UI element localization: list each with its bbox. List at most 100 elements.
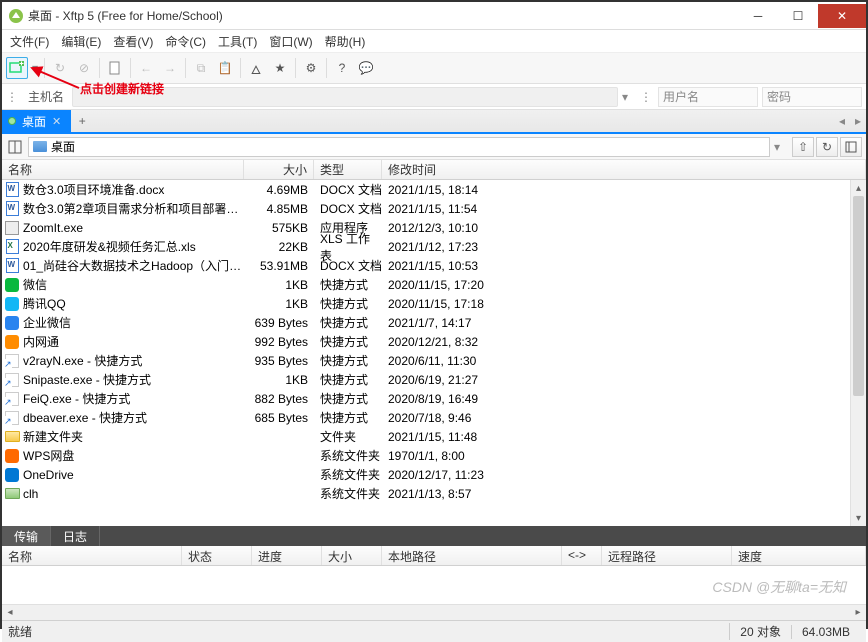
file-type: DOCX 文档 — [314, 200, 382, 217]
forward-button[interactable]: → — [159, 57, 181, 79]
file-row[interactable]: OneDrive系统文件夹2020/12/17, 11:23 — [2, 465, 866, 484]
file-row[interactable]: v2rayN.exe - 快捷方式935 Bytes快捷方式2020/6/11,… — [2, 351, 866, 370]
file-row[interactable]: FeiQ.exe - 快捷方式882 Bytes快捷方式2020/8/19, 1… — [2, 389, 866, 408]
path-up-button[interactable]: ⇧ — [792, 137, 814, 157]
menu-view[interactable]: 查看(V) — [113, 33, 153, 50]
bcol-progress[interactable]: 进度 — [252, 546, 322, 565]
col-size[interactable]: 大小 — [244, 160, 314, 179]
file-row[interactable]: 新建文件夹文件夹2021/1/15, 11:48 — [2, 427, 866, 446]
file-row[interactable]: 企业微信639 Bytes快捷方式2021/1/7, 14:17 — [2, 313, 866, 332]
horizontal-scrollbar[interactable]: ◂ ▸ — [2, 604, 866, 620]
file-date: 2021/1/12, 17:23 — [382, 240, 866, 254]
vertical-scrollbar[interactable]: ▴ ▾ — [850, 180, 866, 526]
file-type: 快捷方式 — [314, 352, 382, 369]
hostbar-handle-icon[interactable]: ⋮ — [6, 90, 20, 104]
file-row[interactable]: 腾讯QQ1KB快捷方式2020/11/15, 17:18 — [2, 294, 866, 313]
bcol-local[interactable]: 本地路径 — [382, 546, 562, 565]
transfer-list[interactable] — [2, 566, 866, 604]
scroll-left-icon[interactable]: ◂ — [2, 607, 18, 618]
tab-close-icon[interactable]: ✕ — [52, 115, 61, 128]
file-date: 2020/8/19, 16:49 — [382, 392, 866, 406]
menu-edit[interactable]: 编辑(E) — [61, 33, 101, 50]
file-name: 新建文件夹 — [23, 428, 244, 445]
transfer-header: 名称 状态 进度 大小 本地路径 <-> 远程路径 速度 — [2, 546, 866, 566]
host-dropdown-icon[interactable]: ▾ — [622, 90, 636, 104]
new-tab-button[interactable]: + — [71, 110, 93, 132]
menu-file[interactable]: 文件(F) — [10, 33, 49, 50]
menu-command[interactable]: 命令(C) — [165, 33, 206, 50]
file-name: 数仓3.0第2章项目需求分析和项目部署准备.... — [23, 200, 244, 217]
file-row[interactable]: 微信1KB快捷方式2020/11/15, 17:20 — [2, 275, 866, 294]
file-type: 快捷方式 — [314, 333, 382, 350]
new-session-button[interactable] — [6, 57, 28, 79]
back-button[interactable]: ← — [135, 57, 157, 79]
layout-toggle-button[interactable] — [6, 138, 24, 156]
file-row[interactable]: 内网通992 Bytes快捷方式2020/12/21, 8:32 — [2, 332, 866, 351]
scroll-right-icon[interactable]: ▸ — [850, 607, 866, 618]
menu-help[interactable]: 帮助(H) — [325, 33, 366, 50]
file-row[interactable]: clh系统文件夹2021/1/13, 8:57 — [2, 484, 866, 503]
file-date: 1970/1/1, 8:00 — [382, 449, 866, 463]
tab-scroll-left-icon[interactable]: ◂ — [834, 110, 850, 132]
bcol-status[interactable]: 状态 — [182, 546, 252, 565]
menu-window[interactable]: 窗口(W) — [269, 33, 312, 50]
scrollbar-thumb[interactable] — [853, 196, 864, 396]
minimize-button[interactable]: ─ — [738, 4, 778, 28]
bcol-name[interactable]: 名称 — [2, 546, 182, 565]
new-file-button[interactable] — [104, 57, 126, 79]
scroll-down-icon[interactable]: ▾ — [851, 510, 866, 526]
col-date[interactable]: 修改时间 — [382, 160, 866, 179]
toolbar-dropdown-icon[interactable]: ▾ — [30, 57, 40, 79]
disconnect-button[interactable]: ⊘ — [73, 57, 95, 79]
bookmark-button[interactable]: ★ — [269, 57, 291, 79]
tab-desktop[interactable]: 桌面 ✕ — [2, 110, 71, 132]
maximize-button[interactable]: ☐ — [778, 4, 818, 28]
file-row[interactable]: Snipaste.exe - 快捷方式1KB快捷方式2020/6/19, 21:… — [2, 370, 866, 389]
file-icon — [4, 239, 20, 255]
tab-log[interactable]: 日志 — [51, 526, 100, 546]
path-input[interactable]: 桌面 — [28, 137, 770, 157]
bcol-size[interactable]: 大小 — [322, 546, 382, 565]
tabstrip: 桌面 ✕ + ◂ ▸ — [2, 110, 866, 134]
sync-button[interactable]: 🜂 — [245, 57, 267, 79]
file-row[interactable]: WPS网盘 系统文件夹1970/1/1, 8:00 — [2, 446, 866, 465]
feedback-button[interactable]: 💬 — [355, 57, 377, 79]
close-button[interactable]: ✕ — [818, 4, 866, 28]
file-name: 数仓3.0项目环境准备.docx — [23, 181, 244, 198]
file-name: WPS网盘 — [23, 447, 244, 464]
file-row[interactable]: ZoomIt.exe575KB应用程序2012/12/3, 10:10 — [2, 218, 866, 237]
host-input[interactable] — [72, 87, 618, 107]
menu-tool[interactable]: 工具(T) — [218, 33, 257, 50]
file-row[interactable]: dbeaver.exe - 快捷方式685 Bytes快捷方式2020/7/18… — [2, 408, 866, 427]
path-refresh-button[interactable]: ↻ — [816, 137, 838, 157]
tab-transfer[interactable]: 传输 — [2, 526, 51, 546]
status-ready: 就绪 — [8, 623, 729, 640]
file-row[interactable]: 数仓3.0第2章项目需求分析和项目部署准备....4.85MBDOCX 文档20… — [2, 199, 866, 218]
col-type[interactable]: 类型 — [314, 160, 382, 179]
file-row[interactable]: 数仓3.0项目环境准备.docx4.69MBDOCX 文档2021/1/15, … — [2, 180, 866, 199]
path-dropdown-icon[interactable]: ▾ — [774, 140, 788, 154]
col-name[interactable]: 名称 — [2, 160, 244, 179]
tab-scroll-right-icon[interactable]: ▸ — [850, 110, 866, 132]
bcol-remote[interactable]: 远程路径 — [602, 546, 732, 565]
username-input[interactable]: 用户名 — [658, 87, 758, 107]
settings-button[interactable]: ⚙ — [300, 57, 322, 79]
file-row[interactable]: 2020年度研发&视频任务汇总.xls22KBXLS 工作表2021/1/12,… — [2, 237, 866, 256]
password-input[interactable]: 密码 — [762, 87, 862, 107]
file-name: dbeaver.exe - 快捷方式 — [23, 409, 244, 426]
file-row[interactable]: 01_尚硅谷大数据技术之Hadoop（入门）V...53.91MBDOCX 文档… — [2, 256, 866, 275]
reconnect-button[interactable]: ↻ — [49, 57, 71, 79]
paste-button[interactable]: 📋 — [214, 57, 236, 79]
scroll-up-icon[interactable]: ▴ — [851, 180, 866, 196]
bcol-arrow[interactable]: <-> — [562, 546, 602, 565]
copy-button[interactable]: ⧉ — [190, 57, 212, 79]
help-button[interactable]: ? — [331, 57, 353, 79]
file-type: 系统文件夹 — [314, 447, 382, 464]
file-list[interactable]: 数仓3.0项目环境准备.docx4.69MBDOCX 文档2021/1/15, … — [2, 180, 866, 526]
file-icon — [4, 372, 20, 388]
tab-label: 桌面 — [22, 113, 46, 130]
path-tree-button[interactable] — [840, 137, 862, 157]
file-type: 快捷方式 — [314, 371, 382, 388]
bcol-speed[interactable]: 速度 — [732, 546, 866, 565]
file-type: 快捷方式 — [314, 295, 382, 312]
